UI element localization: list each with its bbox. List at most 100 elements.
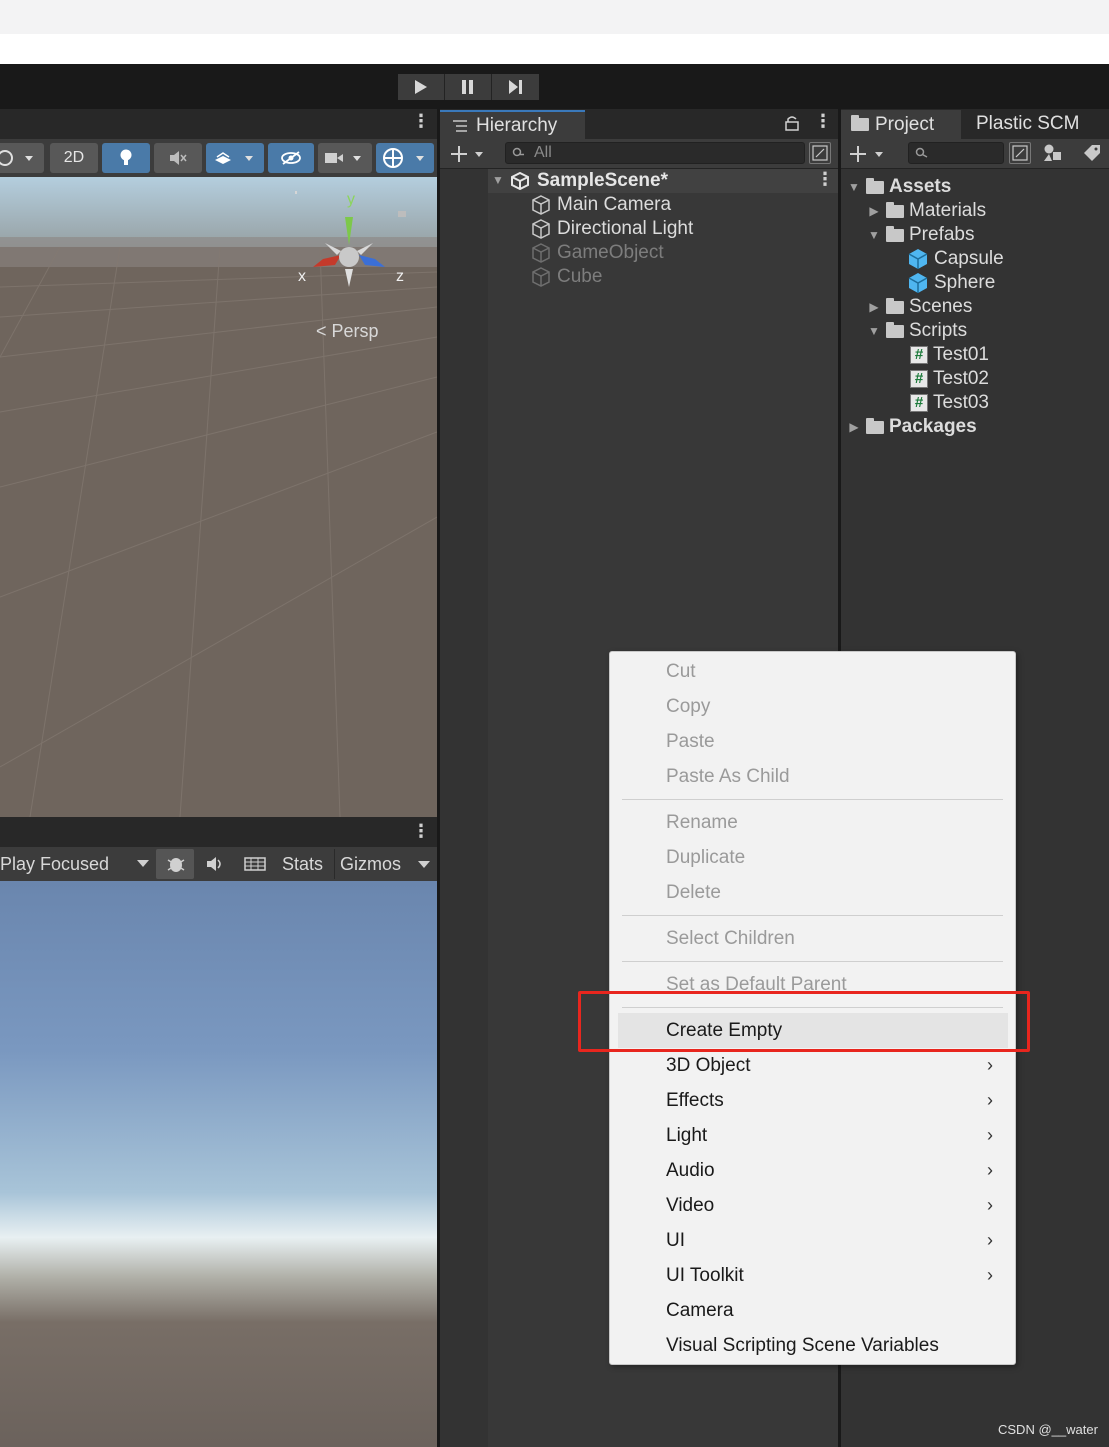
search-placeholder: All <box>534 144 552 161</box>
gameobject-cube-icon <box>532 243 550 263</box>
tree-item-packages[interactable]: ▶ Packages <box>847 415 976 439</box>
menu-item-visual-scripting[interactable]: Visual Scripting Scene Variables <box>666 1335 939 1357</box>
tree-item-label: Scenes <box>909 296 973 317</box>
collapsed-arrow-icon[interactable]: ▶ <box>867 204 881 218</box>
game-view-header: ⋮ <box>0 817 437 847</box>
plus-icon <box>451 146 483 162</box>
game-menu-kebab[interactable]: ⋮ <box>412 821 430 842</box>
project-create-dropdown[interactable] <box>847 142 887 166</box>
expand-arrow-icon[interactable]: ▼ <box>847 180 861 194</box>
expand-arrow-icon[interactable]: ▼ <box>867 228 881 242</box>
menu-item-paste-as-child[interactable]: Paste As Child <box>666 766 790 788</box>
pause-button[interactable] <box>445 74 492 100</box>
folder-open-icon <box>886 225 904 242</box>
scene-visibility-toggle[interactable] <box>268 143 314 173</box>
scene-viewport[interactable]: y x z < Persp <box>0 177 437 817</box>
tree-item-capsule[interactable]: Capsule <box>907 247 1004 271</box>
tab-project[interactable]: Project <box>841 110 961 139</box>
tab-plastic-scm[interactable]: Plastic SCM <box>976 113 1079 135</box>
unity-scene-icon <box>511 172 529 190</box>
project-filter-button[interactable] <box>1009 142 1031 164</box>
lock-icon[interactable] <box>785 115 799 131</box>
scene-menu-kebab[interactable]: ⋮ <box>412 111 430 132</box>
menu-item-effects[interactable]: Effects <box>666 1090 724 1112</box>
hierarchy-search-input[interactable]: All <box>505 142 805 164</box>
hierarchy-menu-kebab[interactable]: ⋮ <box>814 111 832 132</box>
project-search-row <box>841 139 1109 169</box>
step-button[interactable] <box>492 74 539 100</box>
menu-item-delete[interactable]: Delete <box>666 882 721 904</box>
filter-icon <box>1012 145 1028 161</box>
hierarchy-item[interactable]: Main Camera <box>531 193 671 217</box>
menu-item-cut[interactable]: Cut <box>666 661 696 683</box>
submenu-chevron-icon: › <box>987 1265 993 1285</box>
draw-mode-dropdown[interactable] <box>0 143 44 173</box>
mute-audio-button[interactable] <box>198 849 232 879</box>
shortcuts-button[interactable] <box>236 849 274 879</box>
shapes-icon <box>1044 144 1061 161</box>
collapsed-arrow-icon[interactable]: ▶ <box>867 300 881 314</box>
scene-row-kebab[interactable]: ⋮ <box>816 169 834 190</box>
stats-button[interactable]: Stats <box>282 854 323 875</box>
csharp-script-icon: # <box>910 346 928 364</box>
folder-icon <box>886 297 904 314</box>
project-search-input[interactable] <box>908 142 1004 164</box>
menu-item-copy[interactable]: Copy <box>666 696 710 718</box>
menu-item-duplicate[interactable]: Duplicate <box>666 847 745 869</box>
persp-chevron-icon: < <box>316 321 327 341</box>
bug-icon <box>167 858 185 872</box>
tree-item-script[interactable]: # Test01 <box>910 343 989 367</box>
gameobject-cube-icon <box>532 267 550 287</box>
menu-item-ui-toolkit[interactable]: UI Toolkit <box>666 1265 744 1287</box>
collapsed-arrow-icon[interactable]: ▶ <box>847 420 861 434</box>
hierarchy-item[interactable]: Directional Light <box>531 217 693 241</box>
game-viewport[interactable] <box>0 881 437 1447</box>
tree-item-label: Sphere <box>934 272 996 293</box>
menu-item-camera[interactable]: Camera <box>666 1300 734 1322</box>
tree-item-script[interactable]: # Test02 <box>910 367 989 391</box>
collapse-arrow-icon[interactable]: ▼ <box>492 173 504 187</box>
submenu-chevron-icon: › <box>987 1055 993 1075</box>
play-button[interactable] <box>398 74 445 100</box>
audio-toggle[interactable] <box>154 143 202 173</box>
projection-toggle[interactable]: < Persp <box>316 321 379 342</box>
search-by-label-button[interactable] <box>1081 142 1105 166</box>
gizmos-toggle[interactable]: Gizmos <box>334 849 434 879</box>
menu-item-rename[interactable]: Rename <box>666 812 738 834</box>
menu-item-3d-object[interactable]: 3D Object <box>666 1055 750 1077</box>
prefab-cube-icon <box>908 249 928 269</box>
tree-item-script[interactable]: # Test03 <box>910 391 989 415</box>
gizmos-dropdown[interactable] <box>376 143 434 173</box>
tab-hierarchy[interactable]: Hierarchy <box>440 110 585 139</box>
toggle-2d-button[interactable]: 2D <box>50 143 98 173</box>
tree-item-scenes[interactable]: ▶ Scenes <box>867 295 972 319</box>
lighting-toggle[interactable] <box>102 143 150 173</box>
search-icon <box>512 147 524 157</box>
menu-separator <box>622 915 1003 916</box>
expand-arrow-icon[interactable]: ▼ <box>867 324 881 338</box>
hierarchy-item[interactable]: GameObject <box>531 241 664 265</box>
menu-item-video[interactable]: Video <box>666 1195 714 1217</box>
menu-item-audio[interactable]: Audio <box>666 1160 715 1182</box>
hierarchy-item[interactable]: Cube <box>531 265 602 289</box>
menu-item-ui[interactable]: UI <box>666 1230 685 1252</box>
gizmo-z-label: z <box>396 268 404 285</box>
tree-item-assets[interactable]: ▼ Assets <box>847 175 951 199</box>
tree-item-scripts[interactable]: ▼ Scripts <box>867 319 967 343</box>
menu-item-paste[interactable]: Paste <box>666 731 715 753</box>
create-dropdown[interactable] <box>448 142 488 166</box>
hierarchy-scene-row[interactable]: ▼ SampleScene* ⋮ <box>488 169 838 193</box>
search-by-type-button[interactable] <box>1041 142 1067 166</box>
tree-item-materials[interactable]: ▶ Materials <box>867 199 986 223</box>
menu-item-light[interactable]: Light <box>666 1125 707 1147</box>
tree-item-prefabs[interactable]: ▼ Prefabs <box>867 223 974 247</box>
play-focused-dropdown[interactable]: Play Focused <box>0 847 153 881</box>
tree-item-label: Capsule <box>934 248 1004 269</box>
camera-dropdown[interactable] <box>318 143 372 173</box>
tree-item-sphere[interactable]: Sphere <box>907 271 995 295</box>
effects-dropdown[interactable] <box>206 143 264 173</box>
search-by-type-button[interactable] <box>809 142 831 164</box>
menu-item-select-children[interactable]: Select Children <box>666 928 795 950</box>
game-toolbar: Play Focused Stats Gizmos <box>0 847 437 881</box>
bug-report-button[interactable] <box>156 849 194 879</box>
